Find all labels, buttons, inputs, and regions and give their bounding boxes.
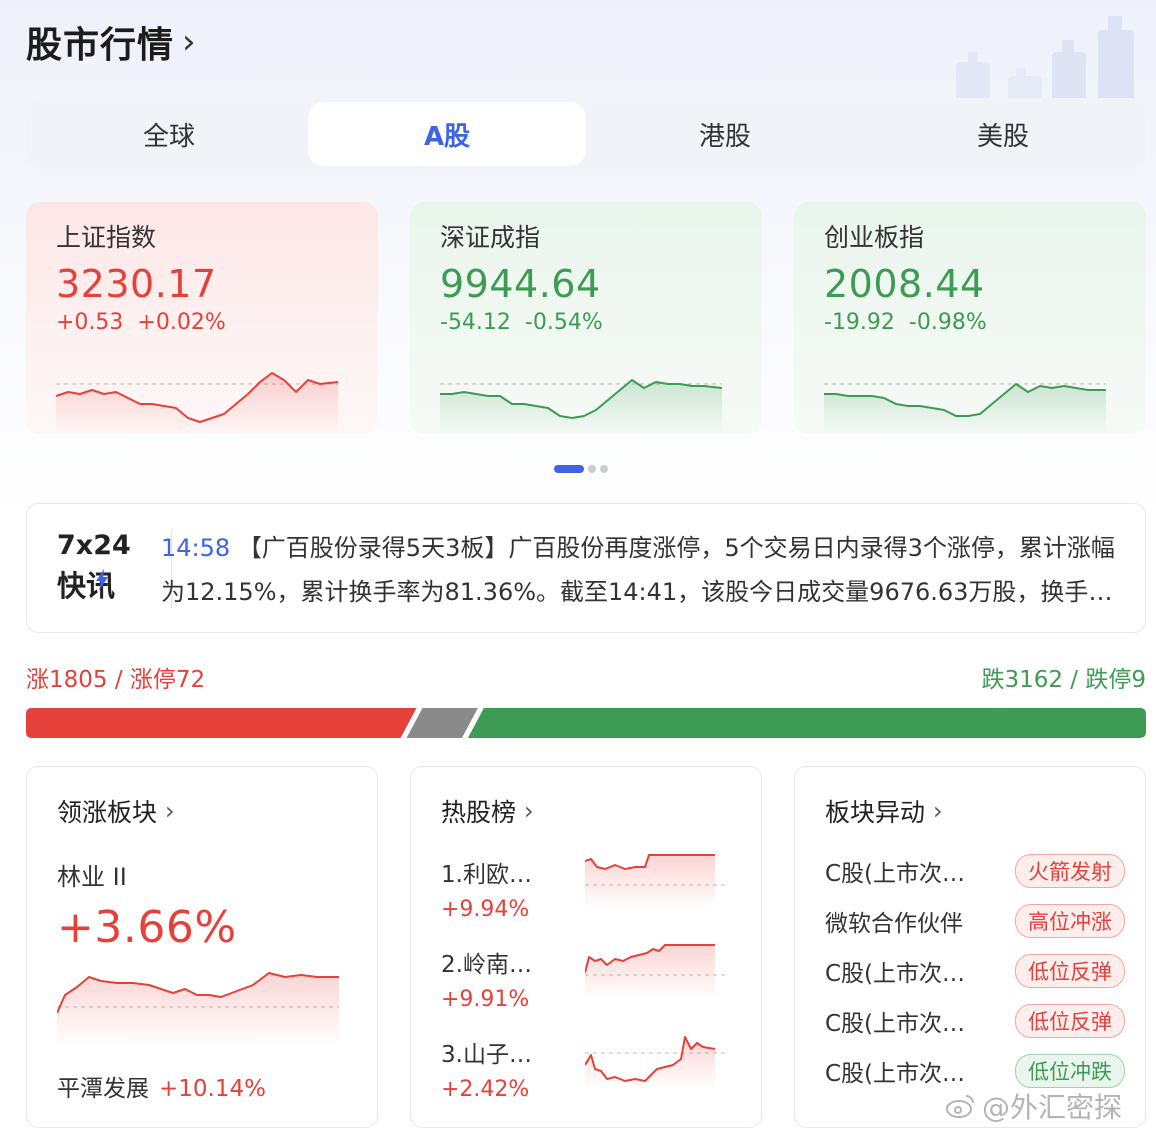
index-sparkline [440, 379, 722, 434]
tab-hk[interactable]: 港股 [586, 102, 864, 166]
carousel-indicator [554, 465, 608, 473]
sparkline-area [56, 373, 338, 434]
mover-name: C股(上市次新股) [825, 1011, 985, 1037]
sparkline-area [824, 384, 1106, 434]
hot-stock-item[interactable]: 1.利欧股份 +9.94% [441, 854, 741, 935]
hot-stock-item[interactable]: 2.岭南控股 +9.91% [441, 944, 741, 1025]
mover-name: C股(上市次新股) [825, 961, 985, 987]
unchanged-segment [406, 708, 478, 738]
lightning-icon [96, 569, 108, 591]
index-name: 创业板指 [824, 223, 925, 252]
chevron-right-icon: › [933, 797, 943, 825]
index-price: 2008.44 [824, 262, 985, 306]
mover-name: 微软合作伙伴 [825, 911, 963, 937]
leading-sector-pct: +3.66% [57, 902, 237, 953]
index-sparkline [56, 372, 338, 434]
sector-sparkline [57, 972, 339, 1047]
sparkline-area [585, 945, 715, 999]
index-card-chinext[interactable]: 创业板指 2008.44 -19.92 -0.98% [794, 202, 1146, 434]
chevron-right-icon: › [524, 797, 534, 825]
chevron-right-icon: › [165, 797, 175, 825]
news-badge: 7x24 快讯 [57, 530, 137, 605]
hot-stock-item[interactable]: 3.山子股份 +2.42% [441, 1035, 741, 1115]
tab-us[interactable]: 美股 [864, 102, 1142, 166]
index-change: -19.92 -0.98% [824, 310, 987, 335]
hot-stock-name: 2.岭南控股 [441, 952, 551, 978]
index-price: 3230.17 [56, 262, 217, 306]
index-name: 上证指数 [56, 223, 157, 252]
index-name: 深证成指 [440, 223, 541, 252]
mover-item[interactable]: C股(上市次新股) 低位反弹 [825, 951, 1125, 991]
market-breadth[interactable]: 涨1805 / 涨停72 跌3162 / 跌停9 [26, 660, 1146, 738]
market-header[interactable]: 股市行情 › [26, 14, 196, 70]
index-change: +0.53 +0.02% [56, 310, 226, 335]
news-flash[interactable]: 7x24 快讯 14:58 【广百股份录得5天3板】广百股份再度涨停，5个交易日… [26, 503, 1146, 633]
index-card-shenzhen[interactable]: 深证成指 9944.64 -54.12 -0.54% [410, 202, 762, 434]
bar-chart-decoration-icon [956, 16, 1134, 106]
leading-sector-panel[interactable]: 领涨板块 › 林业 II +3.66% 平潭发展 +10.14% [26, 766, 378, 1128]
decliners-label: 跌3162 / 跌停9 [981, 667, 1146, 693]
tab-a-share[interactable]: A股 [308, 102, 586, 166]
decliners-segment [467, 708, 1146, 738]
index-card-shanghai[interactable]: 上证指数 3230.17 +0.53 +0.02% [26, 202, 378, 434]
news-badge-line1: 7x24 [57, 530, 131, 561]
index-change: -54.12 -0.54% [440, 310, 603, 335]
carousel-dot[interactable] [600, 465, 608, 473]
news-content: 【广百股份录得5天3板】广百股份再度涨停，5个交易日内录得3个涨停，累计涨幅为1… [161, 534, 1115, 606]
advancers-segment [26, 708, 417, 738]
panel-title: 热股榜 › [441, 797, 534, 827]
mover-tag: 高位冲涨 [1015, 904, 1125, 938]
watermark: @外汇密探 [946, 1086, 1122, 1126]
hot-stock-sparkline [585, 854, 725, 909]
breadth-bar [26, 708, 1146, 738]
mover-tag: 低位冲跌 [1015, 1054, 1125, 1088]
panel-title: 领涨板块 › [57, 797, 175, 827]
carousel-dot[interactable] [588, 465, 596, 473]
mover-tag: 低位反弹 [1015, 1004, 1125, 1038]
page-title: 股市行情 [26, 25, 175, 66]
mover-tag: 低位反弹 [1015, 954, 1125, 988]
news-time: 14:58 [161, 534, 231, 562]
index-sparkline [824, 383, 1106, 434]
tab-global[interactable]: 全球 [30, 102, 308, 166]
sparkline-area [440, 380, 722, 434]
chevron-right-icon: › [182, 22, 196, 62]
mover-name: C股(上市次新股) [825, 1061, 985, 1087]
sparkline-area [57, 973, 339, 1047]
mover-item[interactable]: C股(上市次新股) 低位冲跌 [825, 1051, 1125, 1091]
mover-tag: 火箭发射 [1015, 854, 1125, 888]
hot-stock-name: 3.山子股份 [441, 1042, 551, 1068]
panel-title: 板块异动 › [825, 797, 943, 827]
news-badge-line2: 快讯 [57, 569, 116, 603]
carousel-dot[interactable] [554, 465, 584, 473]
hot-stock-sparkline [585, 944, 725, 999]
market-tabs: 全球 A股 港股 美股 [26, 98, 1146, 170]
leading-stock: 平潭发展 +10.14% [57, 1076, 266, 1102]
leading-sector-name: 林业 II [57, 863, 127, 891]
index-cards: 上证指数 3230.17 +0.53 +0.02% 深证成指 9944.64 -… [26, 202, 1146, 434]
hot-stock-name: 1.利欧股份 [441, 862, 551, 888]
mover-item[interactable]: 微软合作伙伴 高位冲涨 [825, 901, 1125, 941]
mover-item[interactable]: C股(上市次新股) 低位反弹 [825, 1001, 1125, 1041]
weibo-logo-icon [946, 1095, 974, 1118]
advancers-label: 涨1805 / 涨停72 [26, 667, 206, 693]
sector-movers-panel[interactable]: 板块异动 › C股(上市次新股) 火箭发射 微软合作伙伴 高位冲涨 C股(上市次新… [794, 766, 1146, 1128]
mover-name: C股(上市次新股) [825, 861, 985, 887]
hot-stocks-panel[interactable]: 热股榜 › 1.利欧股份 +9.94% 2.岭南控股 +9.91% 3.山子股份 … [410, 766, 762, 1128]
index-price: 9944.64 [440, 262, 601, 306]
sparkline-area [585, 855, 715, 909]
news-text: 14:58 【广百股份录得5天3板】广百股份再度涨停，5个交易日内录得3个涨停，… [161, 526, 1121, 614]
mover-item[interactable]: C股(上市次新股) 火箭发射 [825, 851, 1125, 891]
hot-stock-sparkline [585, 1036, 725, 1089]
